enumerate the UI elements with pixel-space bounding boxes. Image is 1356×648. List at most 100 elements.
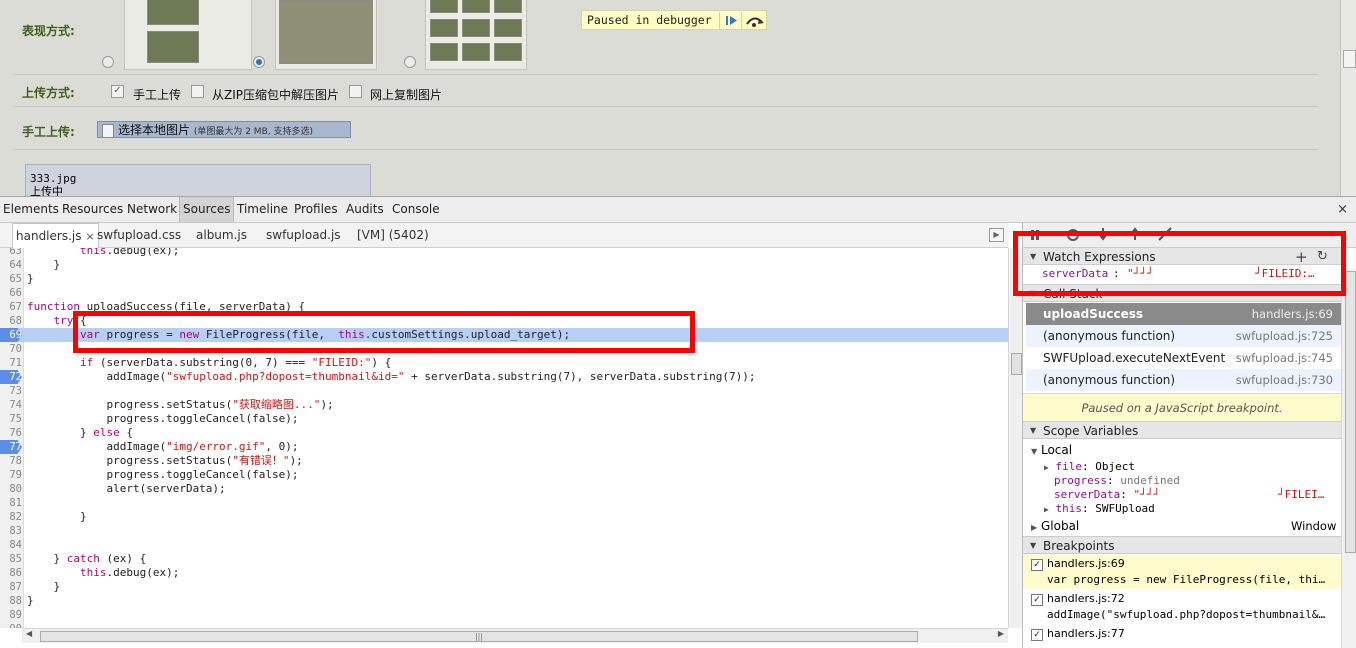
scope-var-progress[interactable]: progress: undefined xyxy=(1054,474,1180,488)
code-line[interactable]: 78 progress.setStatus("有错误！"); xyxy=(0,454,1008,468)
display-radio-3[interactable] xyxy=(404,56,416,68)
code-vscroll-thumb[interactable] xyxy=(1011,353,1022,375)
line-number[interactable]: 64 xyxy=(0,258,22,272)
code-line[interactable]: 84 xyxy=(0,538,1008,552)
call-frame-location[interactable]: swfupload.js:730 xyxy=(1236,369,1333,391)
file-tab-swfupload-css[interactable]: swfupload.css xyxy=(94,223,184,247)
code-line[interactable]: 87 } xyxy=(0,580,1008,594)
web-copy-checkbox[interactable] xyxy=(349,85,362,98)
display-radio-2[interactable] xyxy=(253,56,265,68)
code-line[interactable]: 65} xyxy=(0,272,1008,286)
file-tab-album-js[interactable]: album.js xyxy=(193,223,250,247)
code-line[interactable]: 82 } xyxy=(0,510,1008,524)
line-number[interactable]: 68 xyxy=(0,314,22,328)
call-frame-upload-success[interactable]: uploadSuccess handlers.js:69 xyxy=(1026,303,1341,325)
breakpoint-checkbox[interactable]: ✓ xyxy=(1031,594,1043,606)
line-number[interactable]: 67 xyxy=(0,300,22,314)
code-line[interactable]: 89 xyxy=(0,608,1008,622)
breakpoint-marker[interactable]: 72 xyxy=(0,370,22,384)
line-number[interactable]: 66 xyxy=(0,286,22,300)
tab-resources[interactable]: Resources xyxy=(59,197,126,222)
code-hscroll-thumb[interactable]: ||| xyxy=(40,631,918,642)
code-horizontal-scrollbar[interactable]: ◀ ||| ▶ xyxy=(22,628,1008,643)
code-line[interactable]: 74 progress.setStatus("获取缩略图..."); xyxy=(0,398,1008,412)
line-number[interactable]: 85 xyxy=(0,552,22,566)
scroll-right-icon[interactable]: ▶ xyxy=(998,629,1004,638)
tab-console[interactable]: Console xyxy=(389,197,443,222)
display-radio-1[interactable] xyxy=(102,56,114,68)
line-number[interactable]: 88 xyxy=(0,594,22,608)
code-line[interactable]: 73 xyxy=(0,384,1008,398)
resume-button[interactable] xyxy=(719,12,742,29)
line-number[interactable]: 74 xyxy=(0,398,22,412)
line-number[interactable]: 63 xyxy=(0,248,22,258)
line-number[interactable]: 70 xyxy=(0,342,22,356)
line-number[interactable]: 90 xyxy=(0,622,22,628)
line-number[interactable]: 83 xyxy=(0,524,22,538)
manual-upload-checkbox[interactable]: ✓ xyxy=(111,85,124,98)
line-number[interactable]: 82 xyxy=(0,510,22,524)
breakpoint-item[interactable]: ✓ handlers.js:72 addImage("swfupload.php… xyxy=(1023,590,1341,624)
code-line[interactable]: 77 addImage("img/error.gif", 0); xyxy=(0,440,1008,454)
line-number[interactable]: 78 xyxy=(0,454,22,468)
line-number[interactable]: 81 xyxy=(0,496,22,510)
call-frame[interactable]: (anonymous function) swfupload.js:730 xyxy=(1026,369,1341,391)
zip-upload-checkbox[interactable] xyxy=(191,85,204,98)
code-line[interactable]: 66 xyxy=(0,286,1008,300)
code-line[interactable]: 76 } else { xyxy=(0,426,1008,440)
tab-sources[interactable]: Sources xyxy=(179,197,235,222)
call-frame-location[interactable]: swfupload.js:725 xyxy=(1236,325,1333,347)
tab-audits[interactable]: Audits xyxy=(343,197,387,222)
page-scrollbar[interactable] xyxy=(1340,0,1356,196)
breakpoint-marker[interactable]: 69 xyxy=(0,328,22,342)
code-line[interactable]: 88} xyxy=(0,594,1008,608)
code-line[interactable]: 75 progress.toggleCancel(false); xyxy=(0,412,1008,426)
display-option-2[interactable] xyxy=(275,0,377,70)
step-over-button[interactable] xyxy=(741,12,767,29)
display-option-3[interactable] xyxy=(425,0,527,70)
code-line[interactable]: 63 this.debug(ex); xyxy=(0,248,1008,258)
breakpoint-marker[interactable]: 77 xyxy=(0,440,22,454)
line-number[interactable]: 84 xyxy=(0,538,22,552)
close-devtools-icon[interactable]: × xyxy=(1337,202,1348,217)
scope-variables-header[interactable]: Scope Variables xyxy=(1023,421,1341,440)
line-number[interactable]: 65 xyxy=(0,272,22,286)
scope-var-serverdata[interactable]: serverData: "┘┘┘ ┘FILEI… xyxy=(1054,488,1334,502)
breakpoint-item[interactable]: ✓ handlers.js:69 var progress = new File… xyxy=(1023,555,1341,589)
file-tab-handlers-js[interactable]: handlers.js × xyxy=(12,223,99,248)
code-line[interactable]: 85 } catch (ex) { xyxy=(0,552,1008,566)
breakpoint-checkbox[interactable]: ✓ xyxy=(1031,559,1043,571)
breakpoint-item[interactable]: ✓ handlers.js:77 xyxy=(1023,625,1341,645)
line-number[interactable]: 76 xyxy=(0,426,22,440)
call-frame-location[interactable]: swfupload.js:745 xyxy=(1236,347,1333,369)
display-option-1[interactable] xyxy=(124,0,252,70)
line-number[interactable]: 75 xyxy=(0,412,22,426)
line-number[interactable]: 73 xyxy=(0,384,22,398)
code-line[interactable]: 71 if (serverData.substring(0, 7) === "F… xyxy=(0,356,1008,370)
code-line[interactable]: 64 } xyxy=(0,258,1008,272)
line-number[interactable]: 86 xyxy=(0,566,22,580)
sidebar-scrollbar[interactable] xyxy=(1341,269,1356,648)
line-number[interactable]: 80 xyxy=(0,482,22,496)
line-number[interactable]: 89 xyxy=(0,608,22,622)
scope-var-file[interactable]: ▶ file: Object xyxy=(1044,460,1135,474)
line-number[interactable]: 79 xyxy=(0,468,22,482)
tab-profiles[interactable]: Profiles xyxy=(291,197,341,222)
scope-global-toggle[interactable]: ▶ Global Window xyxy=(1031,519,1336,533)
breakpoints-header[interactable]: Breakpoints xyxy=(1023,536,1341,555)
tab-timeline[interactable]: Timeline xyxy=(234,197,291,222)
code-line[interactable]: 79 progress.toggleCancel(false); xyxy=(0,468,1008,482)
breakpoint-checkbox[interactable]: ✓ xyxy=(1031,629,1043,641)
code-line[interactable]: 81 xyxy=(0,496,1008,510)
tab-elements[interactable]: Elements xyxy=(0,197,62,222)
scroll-left-icon[interactable]: ◀ xyxy=(26,629,32,638)
scope-local-toggle[interactable]: ▼ Local xyxy=(1031,443,1072,457)
file-tab-vm[interactable]: [VM] (5402) xyxy=(354,223,432,247)
sidebar-scroll-thumb[interactable] xyxy=(1345,271,1356,553)
code-line[interactable]: 83 xyxy=(0,524,1008,538)
page-scroll-thumb[interactable] xyxy=(1343,50,1356,68)
line-number[interactable]: 87 xyxy=(0,580,22,594)
code-vertical-scrollbar[interactable] xyxy=(1008,248,1023,628)
code-line[interactable]: 86 this.debug(ex); xyxy=(0,566,1008,580)
file-tab-swfupload-js[interactable]: swfupload.js xyxy=(263,223,344,247)
